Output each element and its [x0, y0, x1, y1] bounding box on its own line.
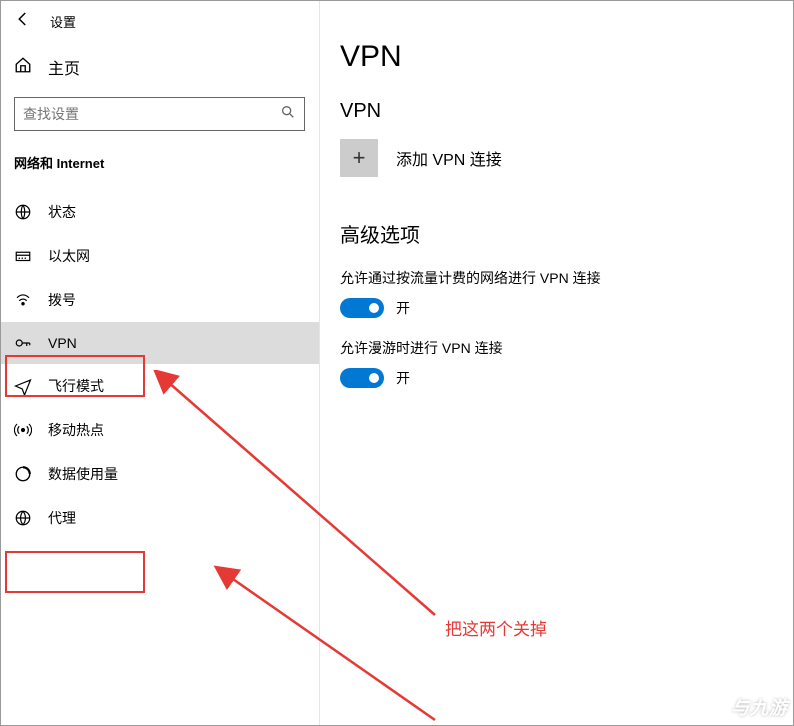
nav-label: VPN: [48, 335, 77, 351]
toggle-roaming[interactable]: [340, 368, 384, 388]
setting-metered: 允许通过按流量计费的网络进行 VPN 连接 开: [340, 268, 794, 318]
sidebar-item-vpn[interactable]: VPN: [0, 322, 319, 364]
sidebar: 设置 主页 网络和 Internet 状态: [0, 0, 320, 726]
watermark: 与九游: [731, 694, 788, 720]
airplane-icon: [14, 377, 32, 395]
topbar: 设置: [0, 0, 319, 43]
main-panel: VPN VPN + 添加 VPN 连接 高级选项 允许通过按流量计费的网络进行 …: [320, 0, 794, 726]
proxy-icon: [14, 509, 32, 527]
setting-label: 允许漫游时进行 VPN 连接: [340, 338, 794, 358]
data-usage-icon: [14, 465, 32, 483]
hotspot-icon: [14, 421, 32, 439]
nav-list: 状态 以太网 拨号 VPN: [0, 190, 319, 540]
back-arrow-icon[interactable]: [14, 10, 32, 33]
dialup-icon: [14, 291, 32, 309]
nav-label: 以太网: [48, 246, 90, 266]
sidebar-item-data-usage[interactable]: 数据使用量: [0, 452, 319, 496]
sidebar-item-status[interactable]: 状态: [0, 190, 319, 234]
sidebar-item-hotspot[interactable]: 移动热点: [0, 408, 319, 452]
toggle-metered[interactable]: [340, 298, 384, 318]
nav-label: 飞行模式: [48, 376, 104, 396]
add-vpn-button[interactable]: + 添加 VPN 连接: [340, 139, 794, 177]
nav-label: 移动热点: [48, 420, 104, 440]
add-vpn-label: 添加 VPN 连接: [396, 146, 502, 170]
ethernet-icon: [14, 247, 32, 265]
plus-icon: +: [340, 139, 378, 177]
app-title: 设置: [50, 12, 76, 31]
advanced-title: 高级选项: [340, 219, 794, 248]
toggle-state: 开: [396, 368, 410, 388]
search-box[interactable]: [14, 97, 305, 131]
search-input[interactable]: [23, 106, 280, 122]
sidebar-item-proxy[interactable]: 代理: [0, 496, 319, 540]
setting-roaming: 允许漫游时进行 VPN 连接 开: [340, 338, 794, 388]
page-title: VPN: [340, 40, 794, 74]
section-vpn-title: VPN: [340, 100, 794, 123]
nav-label: 拨号: [48, 290, 76, 310]
sidebar-item-home[interactable]: 主页: [0, 43, 319, 97]
home-label: 主页: [48, 55, 80, 79]
sidebar-item-dialup[interactable]: 拨号: [0, 278, 319, 322]
vpn-icon: [14, 334, 32, 352]
setting-label: 允许通过按流量计费的网络进行 VPN 连接: [340, 268, 794, 288]
sidebar-item-ethernet[interactable]: 以太网: [0, 234, 319, 278]
search-icon: [280, 104, 296, 125]
nav-label: 代理: [48, 508, 76, 528]
nav-label: 状态: [48, 202, 76, 222]
category-title: 网络和 Internet: [0, 149, 319, 190]
home-icon: [14, 56, 32, 79]
sidebar-item-airplane[interactable]: 飞行模式: [0, 364, 319, 408]
globe-status-icon: [14, 203, 32, 221]
toggle-state: 开: [396, 298, 410, 318]
nav-label: 数据使用量: [48, 464, 118, 484]
